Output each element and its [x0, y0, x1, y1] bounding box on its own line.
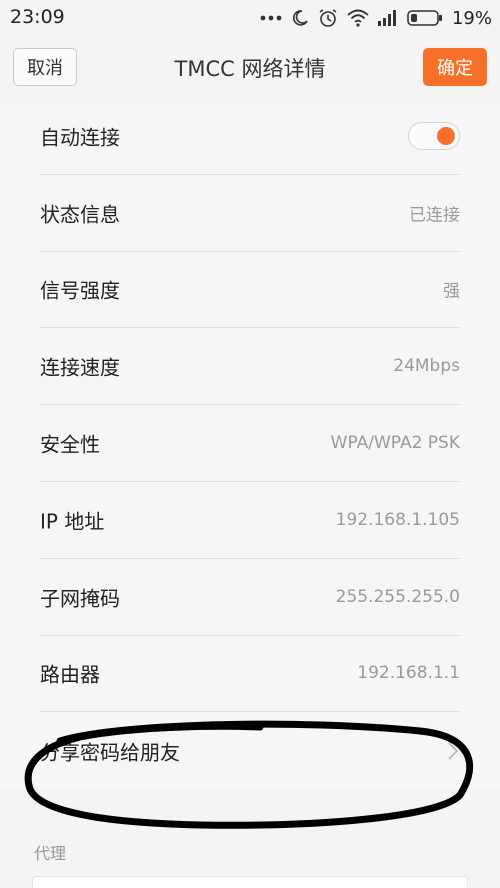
title-bar: 取消 TMCC 网络详情 确定 [0, 36, 500, 99]
status-icons: 19% [260, 4, 492, 32]
ip-address-label: IP 地址 [40, 509, 105, 534]
security-value: WPA/WPA2 PSK [330, 433, 460, 454]
subnet-mask-value: 255.255.255.0 [335, 586, 460, 607]
signal-strength-label: 信号强度 [40, 278, 120, 303]
proxy-section-header: 代理 [34, 844, 67, 863]
row-auto-connect[interactable]: 自动连接 [40, 98, 460, 175]
status-bar: 23:09 19% [0, 0, 500, 36]
subnet-mask-label: 子网掩码 [40, 586, 120, 611]
more-dots-icon [260, 15, 282, 21]
auto-connect-label: 自动连接 [40, 125, 120, 150]
battery-percent: 19% [451, 7, 492, 29]
row-link-speed: 连接速度 24Mbps [40, 328, 460, 406]
router-value: 192.168.1.1 [357, 663, 460, 684]
battery-icon [407, 10, 442, 26]
row-subnet-mask: 子网掩码 255.255.255.0 [40, 559, 460, 636]
toggle-knob [437, 126, 455, 145]
row-status: 状态信息 已连接 [40, 175, 460, 252]
status-label: 状态信息 [40, 202, 120, 227]
row-router: 路由器 192.168.1.1 [40, 636, 460, 713]
network-details-list: 自动连接 状态信息 已连接 信号强度 强 连接速度 24Mbps 安全性 WPA… [0, 98, 500, 790]
signal-strength-value: 强 [443, 281, 460, 302]
confirm-button[interactable]: 确定 [423, 48, 487, 86]
share-password-label: 分享密码给朋友 [40, 740, 180, 765]
link-speed-value: 24Mbps [393, 356, 460, 377]
row-share-password[interactable]: 分享密码给朋友 [40, 712, 460, 789]
moon-icon [292, 10, 308, 26]
row-security: 安全性 WPA/WPA2 PSK [40, 405, 460, 482]
row-signal-strength: 信号强度 强 [40, 252, 460, 329]
alarm-icon [319, 9, 337, 27]
wifi-details-screen: 23:09 19% 取消 TMCC 网络详情 确定 自动连接 状态信息 已连接 … [0, 0, 500, 888]
auto-connect-toggle[interactable] [408, 121, 460, 150]
proxy-card[interactable] [32, 876, 468, 888]
link-speed-label: 连接速度 [40, 355, 120, 380]
router-label: 路由器 [40, 662, 100, 687]
chevron-right-icon [448, 742, 459, 760]
ip-address-value: 192.168.1.105 [335, 509, 460, 530]
wifi-icon [347, 9, 369, 27]
security-label: 安全性 [40, 432, 100, 457]
status-value: 已连接 [409, 205, 460, 226]
status-time: 23:09 [10, 6, 65, 28]
row-ip-address: IP 地址 192.168.1.105 [40, 482, 460, 559]
signal-icon [377, 10, 396, 26]
